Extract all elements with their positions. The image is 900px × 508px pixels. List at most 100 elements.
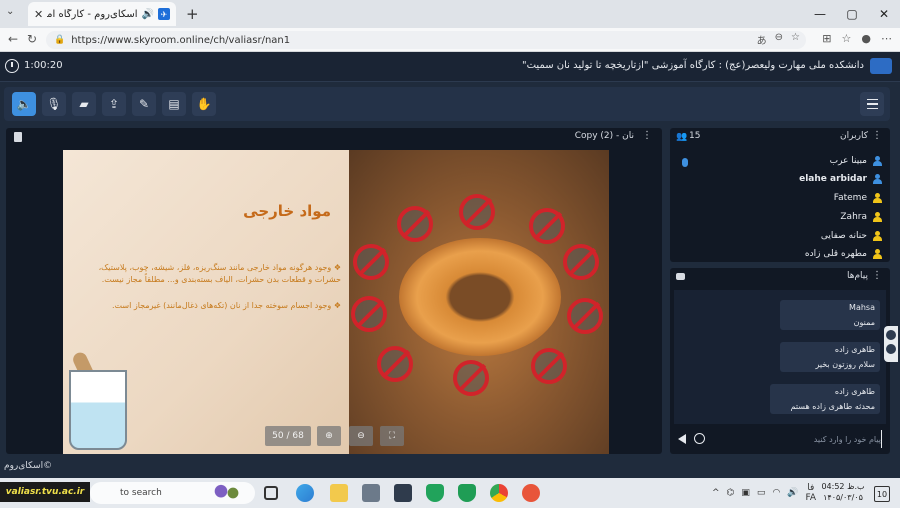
- lock-icon[interactable]: 🔒: [54, 35, 65, 45]
- screen-share-button[interactable]: ⇪: [102, 92, 126, 116]
- whiteboard-button[interactable]: ✎: [132, 92, 156, 116]
- users-header: 👥 15 کاربران ⋮: [670, 128, 890, 146]
- extensions-icon[interactable]: ⊞: [822, 32, 831, 45]
- edge-browser-icon[interactable]: [296, 484, 314, 502]
- slide-bullet-1: ❖ وجود هرگونه مواد خارجی مانند سنگ‌ریزه،…: [98, 263, 341, 284]
- user-name: Fateme: [833, 193, 867, 203]
- user-row[interactable]: مبینا عرب: [682, 152, 882, 170]
- speaker-icon[interactable]: 🔊: [142, 9, 154, 20]
- close-window-button[interactable]: ✕: [868, 0, 900, 28]
- zoom-out-button[interactable]: ⊖: [349, 426, 373, 446]
- prohibited-item-icon: [377, 346, 413, 382]
- close-widget-icon[interactable]: [886, 330, 896, 340]
- fullscreen-button[interactable]: ⛶: [380, 426, 404, 446]
- presentation-header: نان - (2) Copy ⋮: [6, 128, 662, 146]
- files-button[interactable]: ▤: [162, 92, 186, 116]
- messages-list[interactable]: Mahsa ممنون طاهری زاده سلام روزتون بخیر …: [674, 290, 886, 424]
- browser-tab[interactable]: ✕ اسکای‌روم - کارگاه آموزشی "از 🔊 ✈: [28, 2, 176, 26]
- task-view-icon[interactable]: [264, 486, 278, 500]
- favorites-icon[interactable]: ☆: [842, 32, 852, 45]
- back-button[interactable]: ←: [8, 32, 18, 46]
- raise-hand-button[interactable]: ✋: [192, 92, 216, 116]
- search-highlight-icon: [209, 484, 249, 502]
- user-row[interactable]: Zahra: [682, 208, 882, 226]
- taskbar-clock[interactable]: 04:52 ب.ظ ۱۴۰۵/۰۳/۰۵: [818, 481, 868, 503]
- users-group-icon: 👥: [676, 132, 688, 142]
- message-item: طاهری زاده سلام روزتون بخیر: [780, 342, 880, 372]
- user-icon: [873, 249, 882, 259]
- prohibited-item-icon: [453, 360, 489, 396]
- message-sender: طاهری زاده: [834, 345, 875, 354]
- message-sender: طاهری زاده: [834, 387, 875, 396]
- reload-button[interactable]: ↻: [27, 32, 37, 46]
- address-bar: ← ↻ 🔒 https://www.skyroom.online/ch/vali…: [0, 28, 900, 52]
- browser-toolbar-icons: ⊞ ☆ ● ⋯: [822, 32, 892, 45]
- users-panel: 👥 15 کاربران ⋮ مبینا عرب elahe arbidar F…: [670, 128, 890, 262]
- security-shield-icon[interactable]: [426, 484, 444, 502]
- prohibited-item-icon: [531, 348, 567, 384]
- window-controls: — ▢ ✕: [804, 0, 900, 28]
- network-icon[interactable]: ⌬: [727, 488, 735, 498]
- document-icon: [14, 132, 22, 142]
- slide-bullet-2: ❖ وجود اجسام سوخته جدا از نان (تکه‌های ذ…: [111, 301, 341, 310]
- clock-time: 04:52 ب.ظ: [821, 482, 865, 491]
- volume-icon[interactable]: 🔊: [787, 488, 798, 498]
- user-row[interactable]: حنانه صفایی: [682, 227, 882, 245]
- app-icon[interactable]: [522, 484, 540, 502]
- user-name: مبینا عرب: [829, 156, 867, 166]
- zoom-in-button[interactable]: ⊕: [317, 426, 341, 446]
- browser-tabbar: ⌄ ✕ اسکای‌روم - کارگاه آموزشی "از 🔊 ✈ + …: [0, 0, 900, 28]
- mail-icon[interactable]: [394, 484, 412, 502]
- wifi-icon[interactable]: ◠: [772, 488, 780, 498]
- camera-toggle-button[interactable]: ▰: [72, 92, 96, 116]
- mic-toggle-button[interactable]: 🎙: [42, 92, 66, 116]
- url-field[interactable]: 🔒 https://www.skyroom.online/ch/valiasr/…: [46, 31, 806, 49]
- minimize-button[interactable]: —: [804, 0, 836, 28]
- more-menu-icon[interactable]: ⋯: [881, 32, 892, 45]
- store-icon[interactable]: [362, 484, 380, 502]
- widget-app-icon[interactable]: [886, 344, 896, 354]
- user-name: elahe arbidar: [799, 174, 867, 184]
- user-row[interactable]: elahe arbidar: [682, 170, 882, 188]
- file-explorer-icon[interactable]: [330, 484, 348, 502]
- show-hidden-icons[interactable]: ^: [712, 488, 720, 498]
- bread-image: [349, 150, 609, 454]
- prohibited-item-icon: [563, 244, 599, 280]
- notification-center-button[interactable]: 10: [874, 486, 890, 502]
- users-more-icon[interactable]: ⋮: [872, 130, 882, 141]
- tab-title: اسکای‌روم - کارگاه آموزشی "از: [47, 8, 138, 20]
- users-count: 15: [689, 131, 701, 141]
- zoom-icon[interactable]: ⊖: [775, 32, 783, 47]
- user-row[interactable]: Fateme: [682, 189, 882, 207]
- skyroom-favicon-icon: ✈: [158, 8, 170, 20]
- message-input[interactable]: [710, 430, 882, 448]
- chrome-icon[interactable]: [490, 484, 508, 502]
- favorite-star-icon[interactable]: ☆: [791, 32, 800, 47]
- more-options-icon[interactable]: ⋮: [642, 130, 652, 141]
- camera-icon[interactable]: ▣: [741, 488, 750, 498]
- page-indicator: 50 / 68: [265, 426, 311, 446]
- speaker-toggle-button[interactable]: 🔈: [12, 92, 36, 116]
- tab-list-icon[interactable]: ⌄: [6, 6, 14, 17]
- translate-icon[interactable]: あ: [757, 32, 767, 47]
- emoji-icon[interactable]: [694, 433, 705, 444]
- user-row[interactable]: مطهره قلی زاده: [682, 245, 882, 263]
- floating-side-widget[interactable]: [884, 326, 898, 362]
- watermark: valiasr.tvu.ac.ir: [0, 482, 90, 502]
- close-tab-icon[interactable]: ✕: [34, 8, 43, 21]
- profile-avatar-icon[interactable]: ●: [861, 32, 871, 45]
- simit-bread-image: [399, 238, 561, 356]
- maximize-button[interactable]: ▢: [836, 0, 868, 28]
- user-name: Zahra: [840, 212, 867, 222]
- taskbar-search[interactable]: to search: [90, 482, 255, 504]
- message-item: Mahsa ممنون: [780, 300, 880, 330]
- shield-check-icon[interactable]: [458, 484, 476, 502]
- messages-more-icon[interactable]: ⋮: [872, 270, 882, 281]
- hamburger-menu-button[interactable]: [860, 92, 884, 116]
- new-tab-button[interactable]: +: [186, 5, 199, 23]
- language-indicator[interactable]: فا FA: [806, 483, 817, 503]
- prohibited-item-icon: [397, 206, 433, 242]
- prohibited-item-icon: [529, 208, 565, 244]
- battery-icon[interactable]: ▭: [757, 488, 766, 498]
- send-icon[interactable]: [678, 434, 686, 444]
